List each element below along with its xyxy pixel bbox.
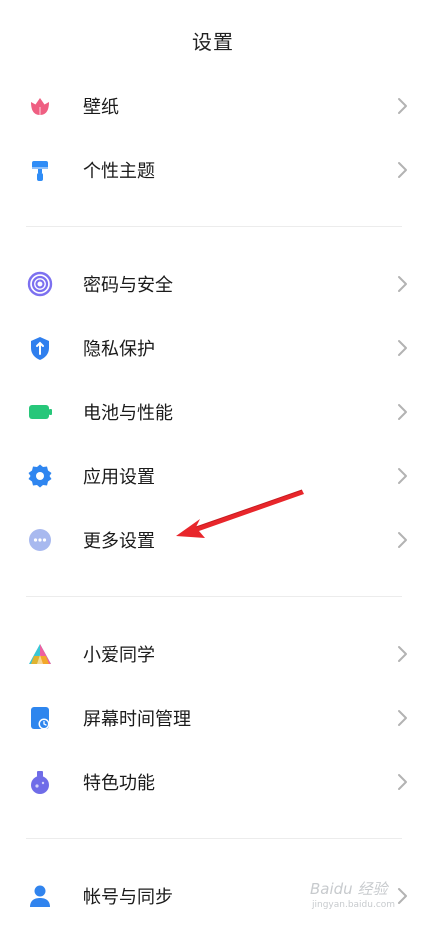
- settings-item-more[interactable]: 更多设置: [0, 508, 426, 572]
- xiaoai-icon: [27, 641, 53, 667]
- settings-item-theme[interactable]: 个性主题: [0, 138, 426, 202]
- shield-icon: [27, 335, 53, 361]
- settings-item-battery[interactable]: 电池与性能: [0, 380, 426, 444]
- chevron-right-icon: [398, 340, 407, 356]
- watermark-sub: jingyan.baidu.com: [312, 900, 396, 910]
- settings-item-label: 电池与性能: [83, 403, 173, 424]
- settings-item-label: 帐号与同步: [83, 887, 173, 908]
- settings-item-label: 小爱同学: [83, 645, 155, 666]
- chevron-right-icon: [398, 98, 407, 114]
- settings-item-screen-time[interactable]: 屏幕时间管理: [0, 686, 426, 750]
- settings-item-label: 个性主题: [83, 161, 155, 182]
- potion-icon: [27, 769, 53, 795]
- settings-item-apps[interactable]: 应用设置: [0, 444, 426, 508]
- chevron-right-icon: [398, 276, 407, 292]
- watermark: Baidu 经验 jingyan.baidu.com: [306, 876, 410, 916]
- fingerprint-icon: [27, 271, 53, 297]
- chevron-right-icon: [398, 532, 407, 548]
- chevron-right-icon: [398, 646, 407, 662]
- settings-item-features[interactable]: 特色功能: [0, 750, 426, 814]
- settings-item-label: 应用设置: [83, 467, 155, 488]
- more-dots-icon: [27, 527, 53, 553]
- settings-item-label: 更多设置: [83, 531, 155, 552]
- settings-item-security[interactable]: 密码与安全: [0, 252, 426, 316]
- chevron-right-icon: [398, 468, 407, 484]
- chevron-right-icon: [398, 710, 407, 726]
- chevron-right-icon: [398, 162, 407, 178]
- battery-icon: [27, 399, 53, 425]
- screen-time-icon: [27, 705, 53, 731]
- divider: [26, 596, 402, 597]
- watermark-main: Baidu 经验: [310, 880, 388, 898]
- settings-item-label: 壁纸: [83, 97, 119, 118]
- settings-item-label: 屏幕时间管理: [83, 709, 191, 730]
- divider: [26, 838, 402, 839]
- settings-item-privacy[interactable]: 隐私保护: [0, 316, 426, 380]
- account-icon: [27, 883, 53, 909]
- page-title: 设置: [192, 30, 234, 54]
- settings-item-label: 隐私保护: [83, 339, 155, 360]
- divider: [26, 226, 402, 227]
- paint-roller-icon: [27, 157, 53, 183]
- chevron-right-icon: [398, 774, 407, 790]
- chevron-right-icon: [398, 404, 407, 420]
- tulip-icon: [27, 93, 53, 119]
- settings-item-label: 特色功能: [83, 773, 155, 794]
- settings-item-xiaoai[interactable]: 小爱同学: [0, 622, 426, 686]
- settings-item-wallpaper[interactable]: 壁纸: [0, 74, 426, 138]
- gear-icon: [27, 463, 53, 489]
- settings-item-label: 密码与安全: [83, 275, 173, 296]
